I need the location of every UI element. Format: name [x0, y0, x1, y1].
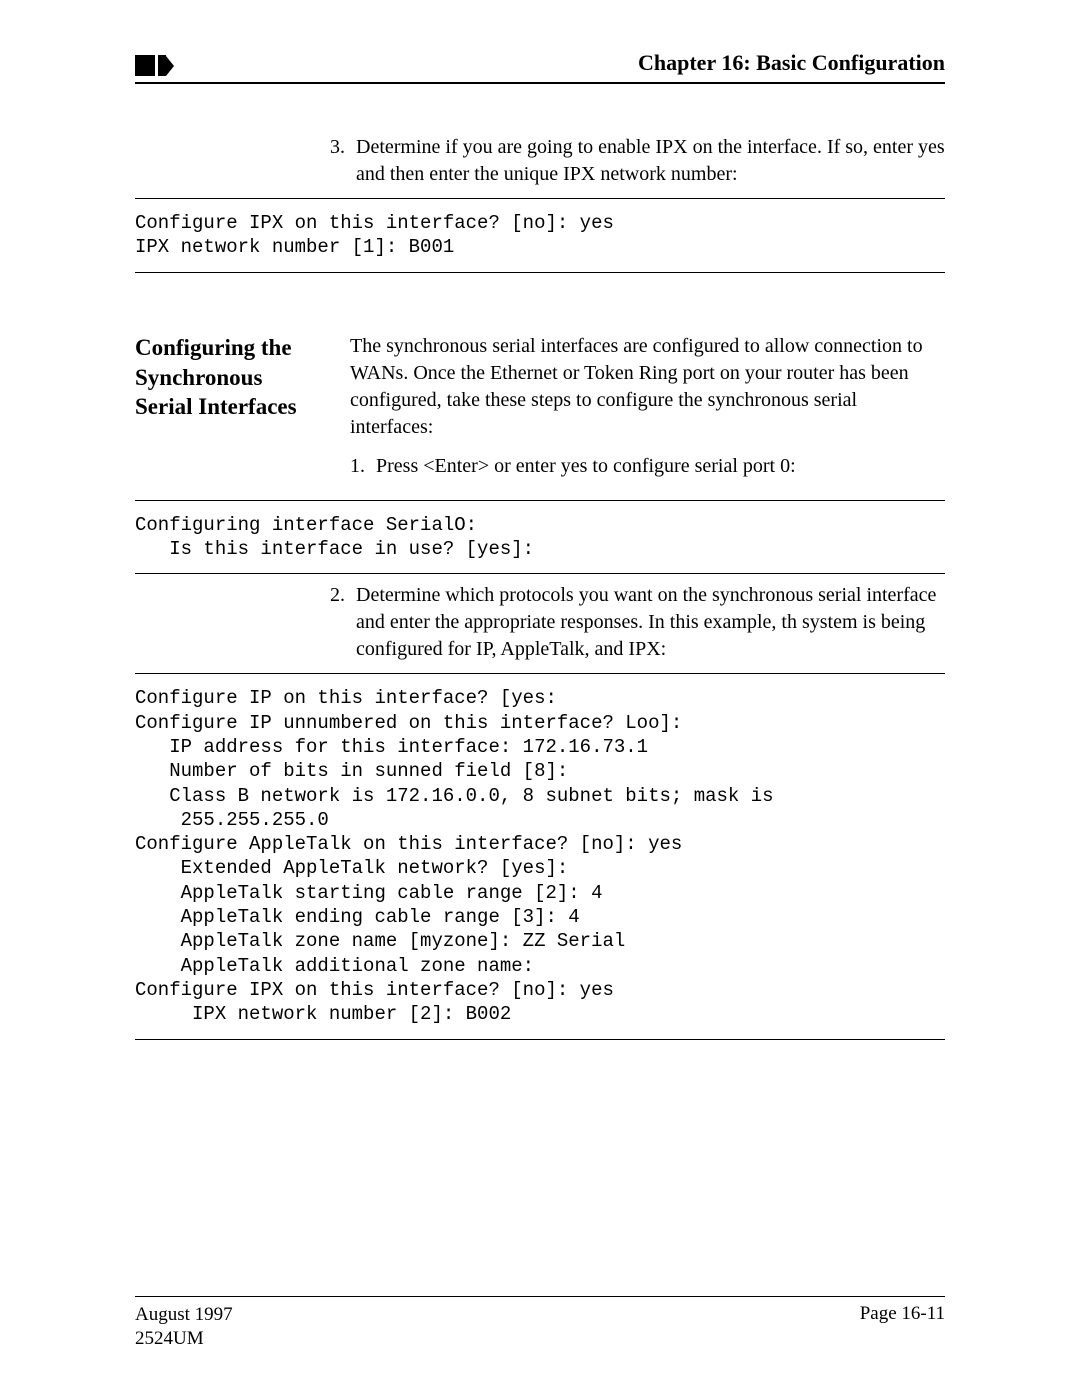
step-text: Determine if you are going to enable IPX… [356, 134, 945, 188]
horizontal-rule [135, 573, 945, 574]
step-number: 2. [330, 582, 356, 663]
chapter-title: Chapter 16: Basic Configuration [638, 50, 945, 76]
step-3: 3. Determine if you are going to enable … [330, 134, 945, 188]
section-intro-text: The synchronous serial interfaces are co… [350, 333, 945, 441]
logo-triangle-icon [166, 56, 174, 76]
page-header: Chapter 16: Basic Configuration [135, 50, 945, 84]
step-text: Determine which protocols you want on th… [356, 582, 945, 663]
footer-date: August 1997 [135, 1303, 233, 1328]
horizontal-rule [135, 198, 945, 199]
code-protocols-config: Configure IP on this interface? [yes: Co… [135, 686, 945, 1026]
code-serial0-config: Configuring interface SerialO: Is this i… [135, 513, 945, 562]
horizontal-rule [135, 272, 945, 273]
horizontal-rule [135, 673, 945, 674]
section-sync-serial: Configuring the Synchronous Serial Inter… [135, 333, 945, 480]
step-text: Press <Enter> or enter yes to configure … [376, 453, 945, 480]
page-footer: August 1997 2524UM Page 16-11 [135, 1296, 945, 1352]
code-ipx-config: Configure IPX on this interface? [no]: y… [135, 211, 945, 260]
logo-square-icon [135, 55, 155, 76]
footer-doc-id: 2524UM [135, 1327, 233, 1352]
footer-page-number: Page 16-11 [860, 1303, 945, 1352]
section-heading: Configuring the Synchronous Serial Inter… [135, 333, 325, 480]
horizontal-rule [135, 500, 945, 501]
step-2: 2. Determine which protocols you want on… [330, 582, 945, 663]
vendor-logo [135, 55, 174, 76]
section-intro: The synchronous serial interfaces are co… [350, 333, 945, 480]
step-number: 3. [330, 134, 356, 188]
horizontal-rule [135, 1039, 945, 1040]
step-number: 1. [350, 453, 376, 480]
logo-bar-icon [158, 55, 166, 76]
